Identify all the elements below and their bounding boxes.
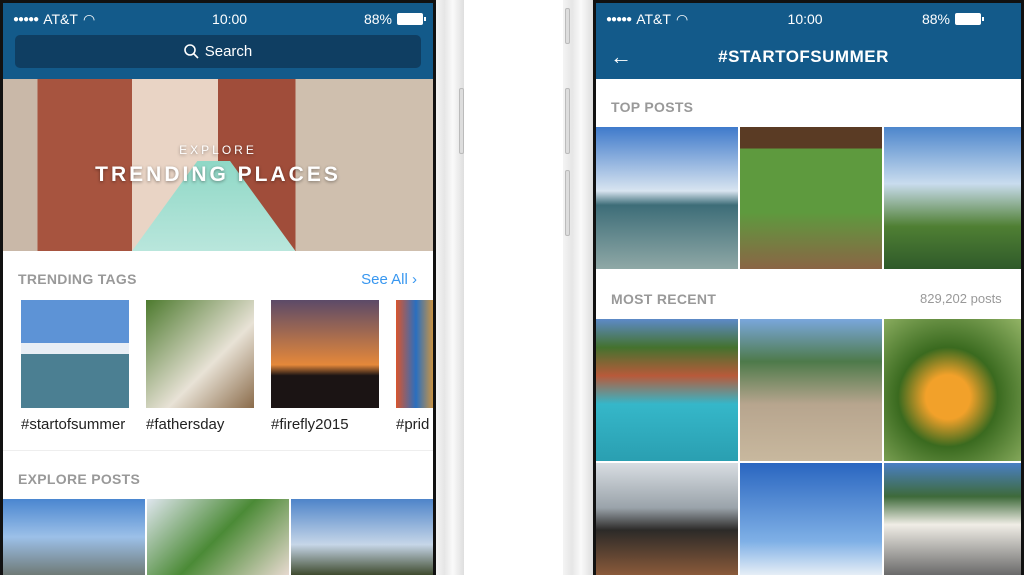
back-arrow-icon[interactable]: ← xyxy=(610,44,632,70)
trending-tags-header: TRENDING TAGS xyxy=(18,271,137,287)
right-phone-frame xyxy=(563,0,593,575)
tag-label[interactable]: #prid xyxy=(396,416,429,433)
explore-post[interactable] xyxy=(291,499,433,575)
side-button xyxy=(565,170,570,236)
tag-label[interactable]: #fathersday xyxy=(146,416,224,433)
side-button xyxy=(459,88,464,154)
battery-percent: 88% xyxy=(921,11,950,27)
recent-post[interactable] xyxy=(740,319,882,461)
see-all-link[interactable]: See All › xyxy=(361,271,417,288)
top-post[interactable] xyxy=(740,127,882,269)
page-title: #STARTOFSUMMER xyxy=(718,47,889,66)
signal-icon: ●●●●● xyxy=(606,13,632,25)
battery-percent: 88% xyxy=(363,11,392,27)
side-button xyxy=(565,88,570,154)
signal-icon: ●●●●● xyxy=(13,13,39,25)
time: 10:00 xyxy=(787,11,823,27)
recent-post[interactable] xyxy=(596,463,738,575)
left-phone-screen: ●●●●● AT&T ◠ 10:00 88% Search EXPLORE TREN… xyxy=(0,0,436,575)
search-icon xyxy=(183,44,199,59)
explore-post[interactable] xyxy=(147,499,289,575)
tag-label[interactable]: #startofsummer xyxy=(21,416,125,433)
recent-post[interactable] xyxy=(884,463,1021,575)
carrier: AT&T xyxy=(636,11,671,27)
status-bar: ●●●●● AT&T ◠ 10:00 88% xyxy=(3,3,433,35)
right-phone-screen: ●●●●● AT&T ◠ 10:00 88% #STARTOFSUMMER ← TO… xyxy=(593,0,1024,575)
explore-post[interactable] xyxy=(3,499,145,575)
top-post[interactable] xyxy=(884,127,1021,269)
explore-posts-header: EXPLORE POSTS xyxy=(18,471,141,487)
battery-icon xyxy=(397,13,426,25)
left-phone-frame xyxy=(436,0,464,575)
hero-title: TRENDING PLACES xyxy=(95,163,341,186)
battery-icon xyxy=(955,13,984,25)
search-input[interactable]: Search xyxy=(15,35,421,68)
tag-thumb[interactable] xyxy=(146,300,254,408)
recent-post[interactable] xyxy=(740,463,882,575)
recent-post[interactable] xyxy=(596,319,738,461)
top-posts-header: TOP POSTS xyxy=(611,99,694,115)
tag-thumb[interactable] xyxy=(21,300,129,408)
search-placeholder: Search xyxy=(204,43,253,60)
time: 10:00 xyxy=(212,11,248,27)
wifi-icon: ◠ xyxy=(675,10,689,27)
wifi-icon: ◠ xyxy=(82,10,96,27)
hero-kicker: EXPLORE xyxy=(179,143,257,157)
side-button xyxy=(565,8,570,44)
carrier: AT&T xyxy=(43,11,78,27)
nav-bar: #STARTOFSUMMER ← xyxy=(596,35,1021,79)
trending-places-banner[interactable]: EXPLORE TRENDING PLACES xyxy=(3,79,433,251)
tag-thumb[interactable] xyxy=(271,300,379,408)
post-count: 829,202 posts xyxy=(920,291,1002,306)
tag-label[interactable]: #firefly2015 xyxy=(271,416,349,433)
recent-post[interactable] xyxy=(884,319,1021,461)
top-post[interactable] xyxy=(596,127,738,269)
status-bar: ●●●●● AT&T ◠ 10:00 88% xyxy=(596,3,1021,35)
most-recent-header: MOST RECENT xyxy=(611,291,717,307)
tag-thumb[interactable] xyxy=(396,300,433,408)
